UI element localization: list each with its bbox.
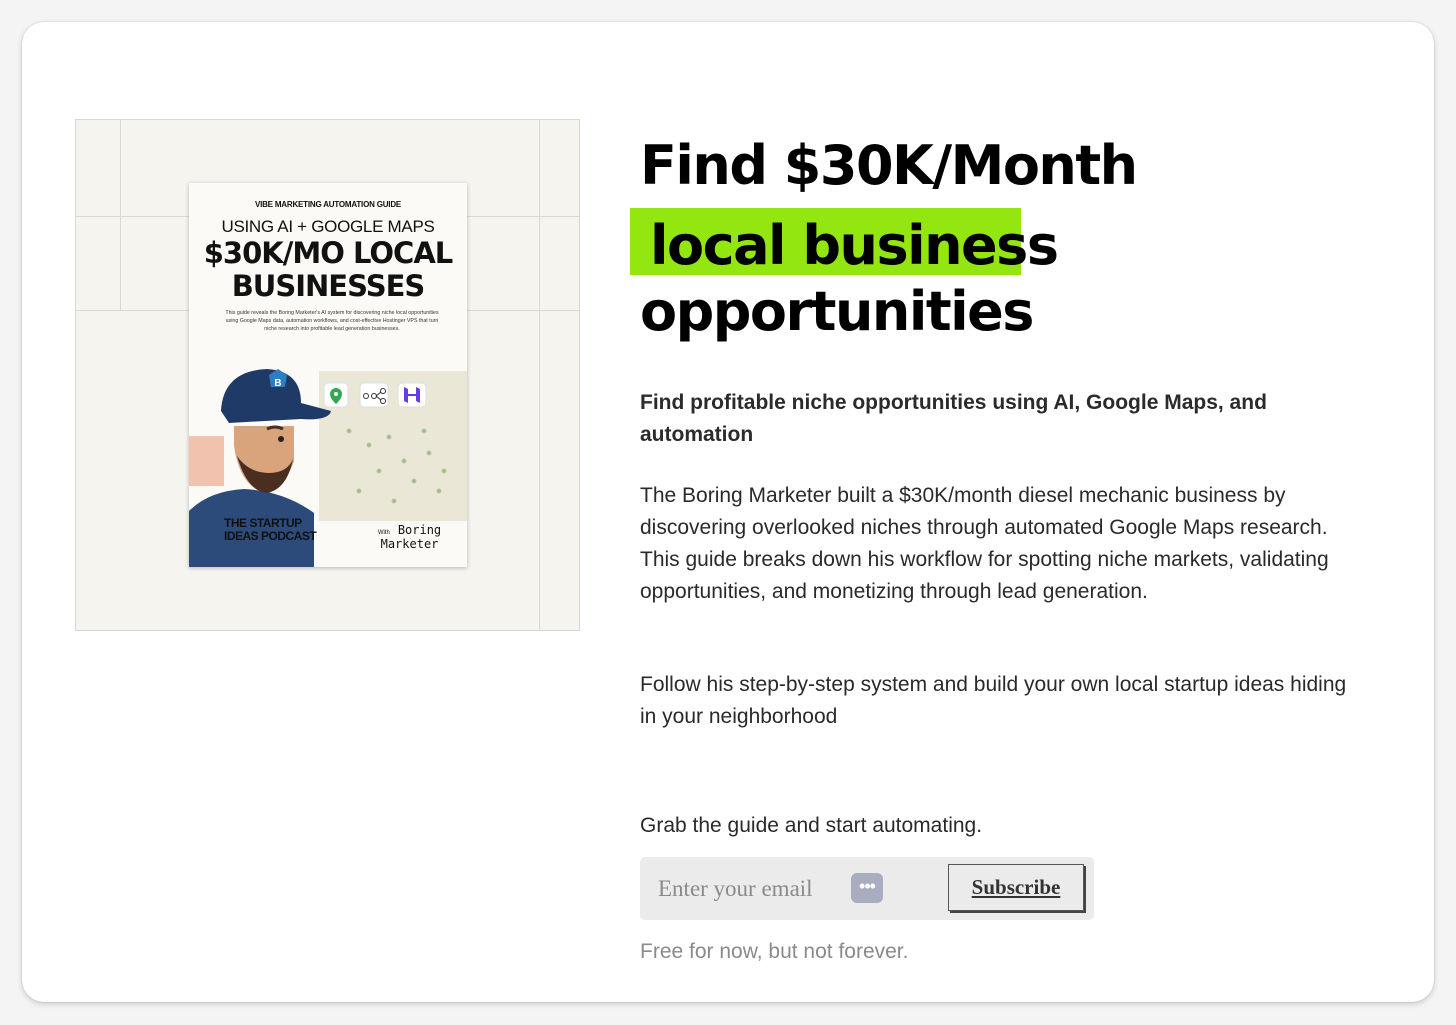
lead-text: Find profitable niche opportunities usin…: [640, 391, 1267, 446]
cover-description: This guide reveals the Boring Marketer's…: [225, 310, 439, 332]
workflow-nodes-icon: [359, 382, 389, 408]
cover-title-line1: $30K/MO LOCAL: [203, 236, 454, 270]
google-maps-pin-icon: [323, 382, 349, 408]
subscribe-form: ••• Subscribe: [640, 857, 1094, 920]
grid-line: [539, 120, 540, 630]
cover-eyebrow: VIBE MARKETING AUTOMATION GUIDE: [254, 200, 402, 209]
headline-line3: opportunities: [640, 280, 1034, 343]
cover-title-line2: BUSINESSES: [231, 269, 426, 303]
svg-text:B: B: [274, 378, 281, 389]
password-manager-icon[interactable]: •••: [851, 873, 883, 903]
headline-line1: Find $30K/Month: [640, 134, 1138, 197]
headline-line2: local business: [650, 214, 1059, 277]
body-paragraph-2: Follow his step-by-step system and build…: [640, 673, 1347, 728]
hostinger-logo-icon: [397, 382, 427, 408]
grid-line: [120, 120, 121, 310]
map-accent: [189, 436, 224, 486]
podcast-line2: IDEAS PODCAST: [224, 529, 317, 543]
subscribe-button[interactable]: Subscribe: [948, 864, 1084, 911]
cta-text: Grab the guide and start automating.: [640, 814, 983, 837]
author-credit: With Boring Marketer: [352, 523, 467, 551]
author-name: Boring Marketer: [380, 523, 442, 551]
cover-title: $30K/MO LOCAL BUSINESSES: [189, 237, 467, 303]
podcast-logo: THE STARTUP IDEAS PODCAST: [224, 517, 317, 543]
book-cover: VIBE MARKETING AUTOMATION GUIDE USING AI…: [189, 183, 467, 567]
fine-print: Free for now, but not forever.: [640, 940, 909, 963]
signup-card: VIBE MARKETING AUTOMATION GUIDE USING AI…: [22, 22, 1434, 1002]
with-label: With: [377, 530, 390, 536]
cover-subtitle: USING AI + GOOGLE MAPS: [221, 217, 435, 236]
guide-cover-image: VIBE MARKETING AUTOMATION GUIDE USING AI…: [75, 119, 580, 631]
body-paragraph-1: The Boring Marketer built a $30K/month d…: [640, 484, 1329, 603]
